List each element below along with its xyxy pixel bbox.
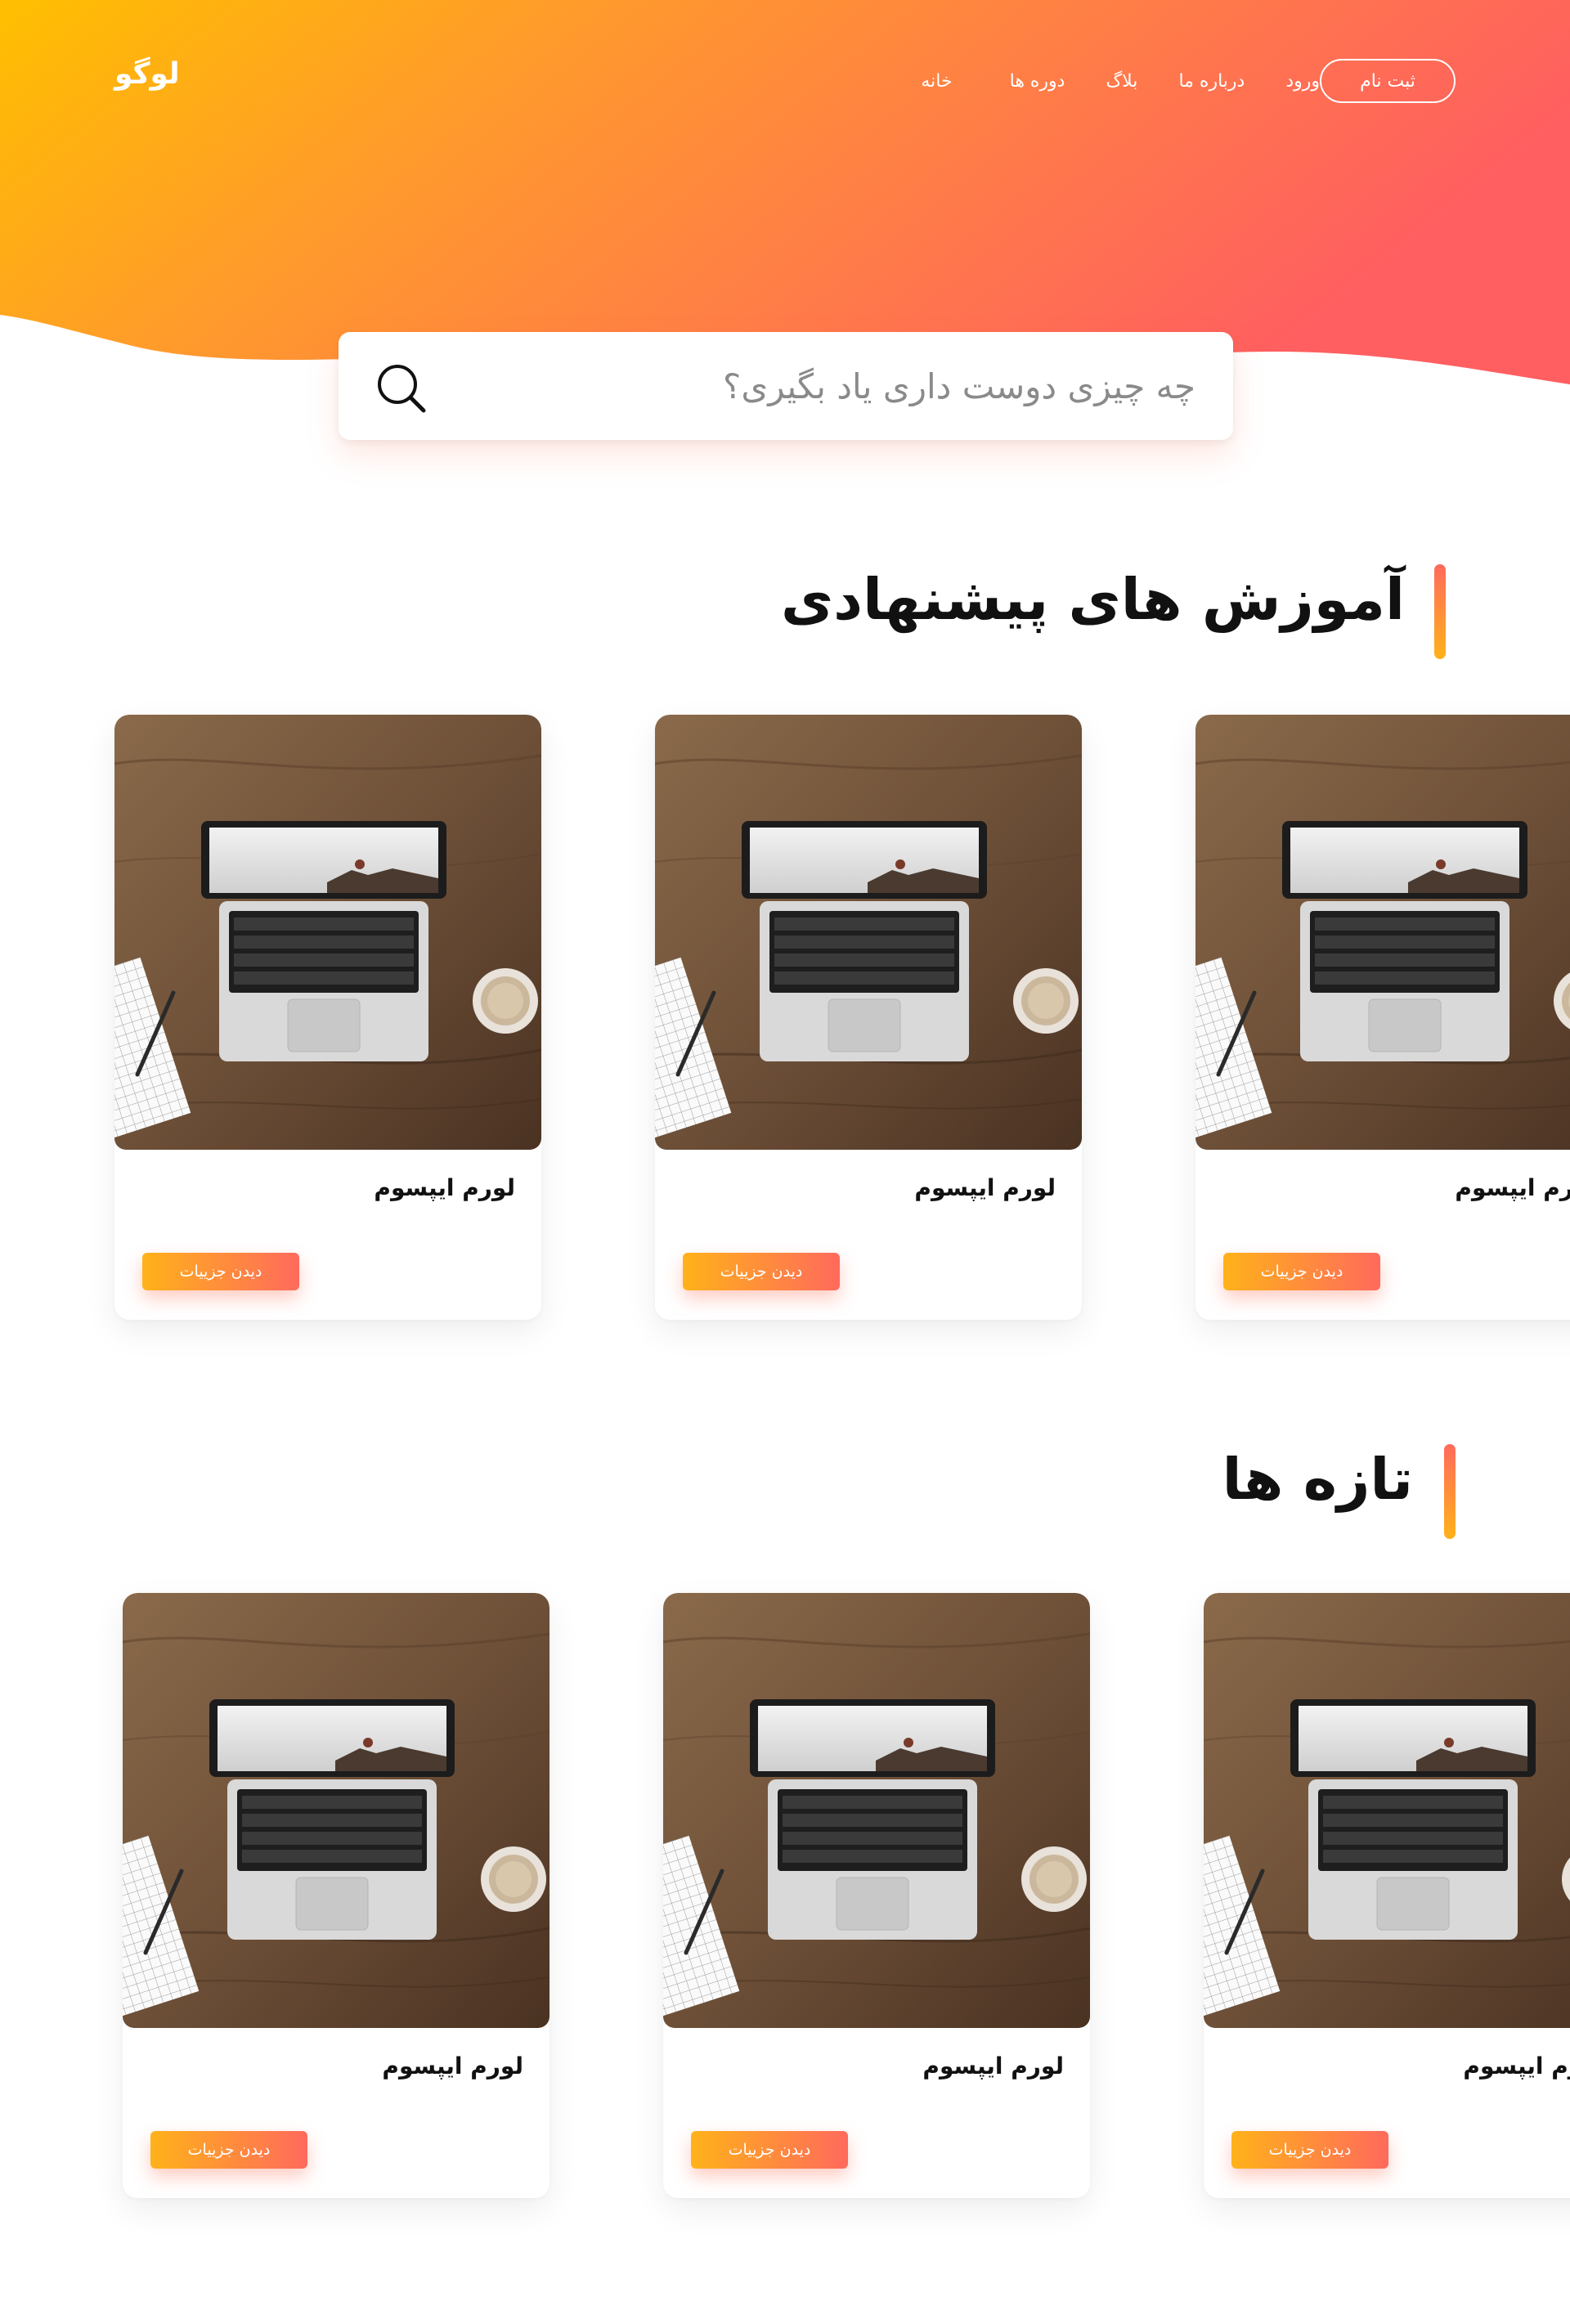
course-card[interactable]: لورم ایپسوم دیدن جزییات	[114, 715, 541, 1320]
course-image	[114, 715, 541, 1150]
course-image	[655, 715, 1082, 1150]
view-details-button[interactable]: دیدن جزییات	[1231, 2131, 1388, 2169]
course-card[interactable]: لورم ایپسوم دیدن جزییات	[663, 1593, 1090, 2198]
signup-button[interactable]: ثبت نام	[1320, 59, 1456, 103]
nav-item-home[interactable]: خانه	[921, 71, 952, 92]
view-details-button[interactable]: دیدن جزییات	[142, 1253, 299, 1290]
nav-item-about[interactable]: درباره ما	[1178, 71, 1245, 92]
view-details-button[interactable]: دیدن جزییات	[691, 2131, 848, 2169]
course-image	[123, 1593, 550, 2028]
course-image	[663, 1593, 1090, 2028]
section-title-new: تازه ها	[1222, 1446, 1413, 1513]
nav-item-blog[interactable]: بلاگ	[1106, 71, 1137, 92]
search-icon[interactable]	[375, 361, 427, 414]
section-title-recommended: آموزش های پیشنهادی	[780, 566, 1405, 633]
view-details-button[interactable]: دیدن جزییات	[683, 1253, 840, 1290]
nav-item-courses[interactable]: دوره ها	[1010, 71, 1065, 92]
search-input[interactable]	[460, 360, 1195, 412]
course-title: لورم ایپسوم	[914, 1174, 1056, 1201]
course-title: لورم ایپسوم	[1455, 1174, 1570, 1201]
view-details-button[interactable]: دیدن جزییات	[150, 2131, 307, 2169]
section-title-accent	[1444, 1444, 1456, 1539]
logo[interactable]: لوگو	[114, 57, 180, 91]
course-image	[1195, 715, 1570, 1150]
course-card[interactable]: لورم ایپسوم دیدن جزییات	[1204, 1593, 1570, 2198]
course-card[interactable]: لورم ایپسوم دیدن جزییات	[123, 1593, 550, 2198]
course-image	[1204, 1593, 1570, 2028]
nav-item-login[interactable]: ورود	[1285, 71, 1320, 92]
course-title: لورم ایپسوم	[374, 1174, 515, 1201]
course-card[interactable]: لورم ایپسوم دیدن جزییات	[655, 715, 1082, 1320]
search-bar	[339, 332, 1233, 440]
section-title-accent	[1434, 564, 1446, 659]
course-title: لورم ایپسوم	[922, 2053, 1064, 2079]
course-card[interactable]: لورم ایپسوم دیدن جزییات	[1195, 715, 1570, 1320]
course-title: لورم ایپسوم	[382, 2053, 523, 2079]
view-details-button[interactable]: دیدن جزییات	[1223, 1253, 1380, 1290]
main-nav: خانه دوره ها بلاگ درباره ما ورود ثبت نام	[872, 59, 1456, 103]
course-title: لورم ایپسوم	[1463, 2053, 1570, 2079]
